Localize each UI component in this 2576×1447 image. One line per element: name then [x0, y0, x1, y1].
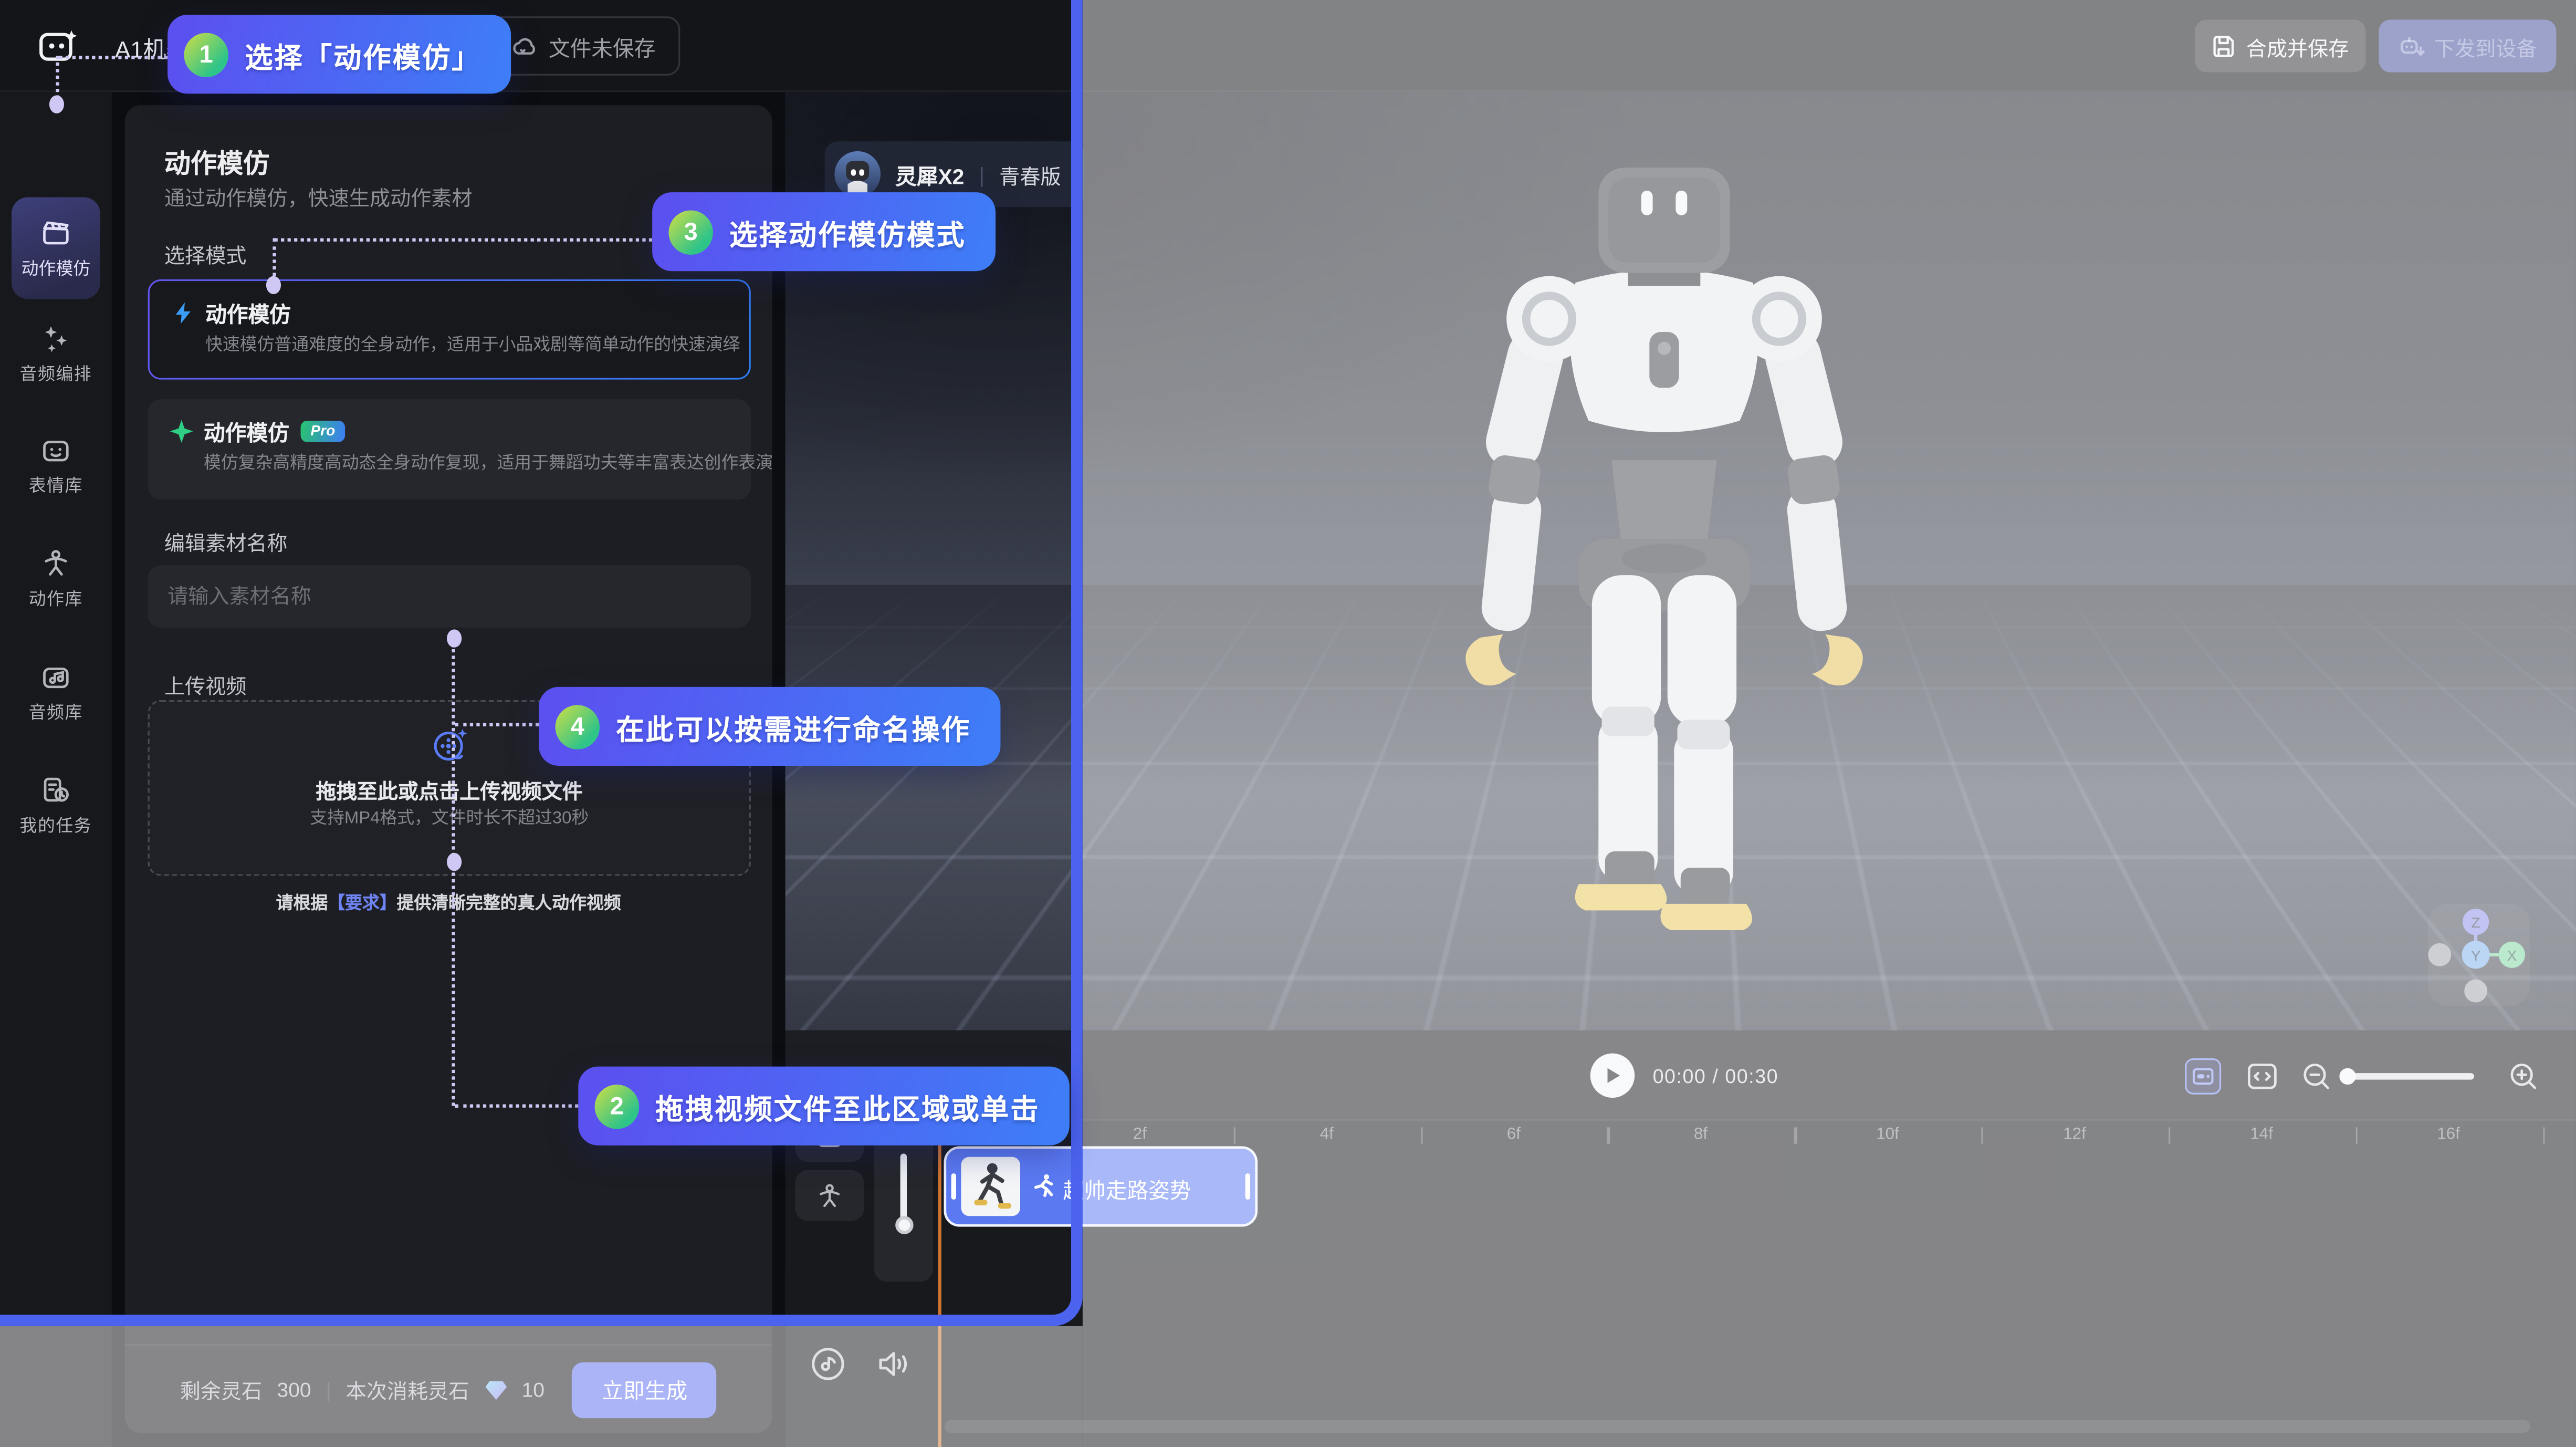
connector-step4-v [452, 644, 455, 1106]
step-number: 4 [556, 704, 600, 748]
connector-step1-v [56, 56, 59, 98]
connector-step3 [275, 238, 653, 242]
tutorial-step-3: 3 选择动作模仿模式 [652, 192, 996, 271]
dim-overlay-bottom [0, 1326, 1083, 1447]
connector-dot-upload [447, 853, 462, 871]
connector-dot-step3 [266, 276, 281, 294]
connector-step1 [59, 56, 168, 59]
step-number: 1 [184, 32, 228, 76]
connector-step2 [455, 1105, 579, 1108]
tutorial-step-1: 1 选择「动作模仿」 [167, 15, 511, 93]
tutorial-step-2: 2 拖拽视频文件至此区域或单击 [578, 1067, 1070, 1146]
app-window: A1机器人 文件未保存 合成并保存 下发到设备 [0, 0, 2576, 1447]
step-text: 在此可以按需进行命名操作 [616, 706, 971, 747]
step-text: 选择「动作模仿」 [245, 34, 481, 75]
step-text: 拖拽视频文件至此区域或单击 [655, 1086, 1040, 1127]
tutorial-step-4: 4 在此可以按需进行命名操作 [539, 687, 1000, 766]
connector-step4 [455, 723, 539, 726]
step-number: 3 [668, 210, 713, 254]
step-text: 选择动作模仿模式 [729, 211, 966, 252]
dim-overlay-right [1083, 0, 2576, 1447]
connector-dot-step4 [447, 629, 462, 647]
step-number: 2 [595, 1084, 639, 1128]
connector-dot-step1 [49, 95, 64, 113]
